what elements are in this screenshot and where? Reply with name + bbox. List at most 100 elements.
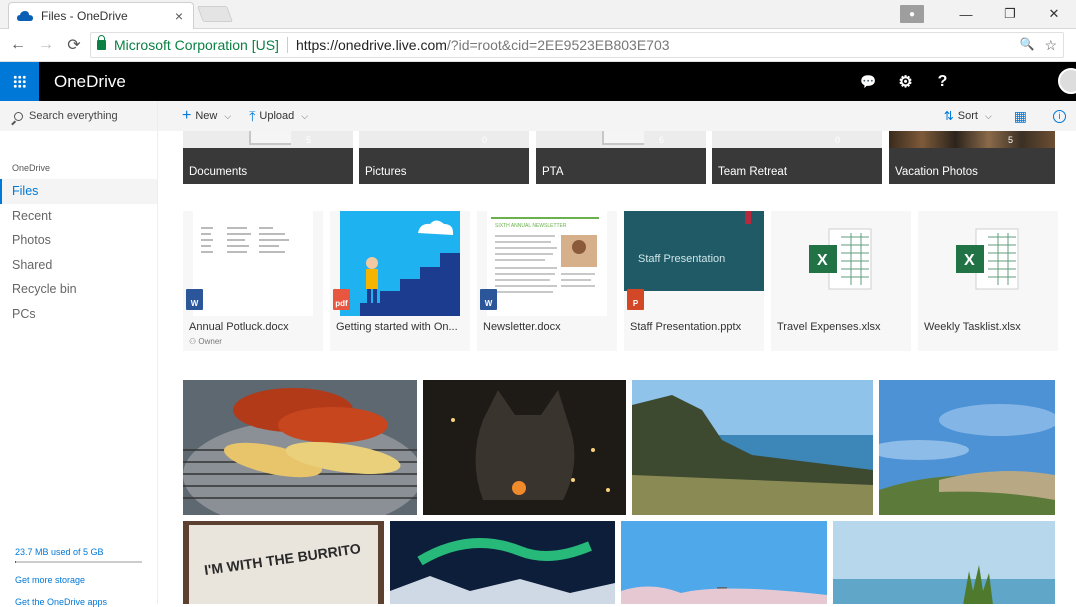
gear-icon[interactable]: ⚙ <box>887 62 924 101</box>
folder-name: Pictures <box>365 166 407 178</box>
folder-tile-team-retreat[interactable]: 0 Team Retreat <box>712 131 882 184</box>
excel-large-icon: X <box>781 211 901 316</box>
file-tile-weekly-tasklist[interactable]: X Weekly Tasklist.xlsx <box>918 211 1058 351</box>
photo-tile-burrito[interactable]: I'M WITH THE BURRITO <box>183 521 384 604</box>
browser-profile-icon[interactable]: ● <box>900 5 924 23</box>
photo-tile-sky[interactable] <box>879 380 1055 515</box>
file-name: Weekly Tasklist.xlsx <box>924 321 1021 333</box>
folder-name: Team Retreat <box>718 166 788 178</box>
file-tile-getting-started[interactable]: pdf Getting started with On... <box>330 211 470 351</box>
svg-text:X: X <box>817 252 828 269</box>
word-file-icon: W <box>186 289 203 310</box>
folder-name: Vacation Photos <box>895 166 978 178</box>
folder-tile-documents[interactable]: 5 Documents <box>183 131 353 184</box>
folder-item-count: 5 <box>305 135 311 145</box>
address-bar[interactable]: Microsoft Corporation [US] https://onedr… <box>90 32 1064 58</box>
avatar[interactable] <box>1058 68 1076 94</box>
new-tab-button[interactable] <box>197 6 233 22</box>
sidebar-item-photos[interactable]: Photos <box>0 228 157 253</box>
search-placeholder: Search everything <box>29 110 118 122</box>
folder-tile-pictures[interactable]: 0 Pictures <box>359 131 529 184</box>
info-icon[interactable]: i <box>1053 109 1066 123</box>
storage-usage-text[interactable]: 23.7 MB used of 5 GB <box>15 547 104 557</box>
tab-close-icon[interactable]: × <box>173 8 185 24</box>
browser-tab-onedrive[interactable]: Files - OneDrive × <box>8 2 194 29</box>
sidebar: Search everything OneDrive Files Recent … <box>0 101 158 607</box>
onedrive-header: OneDrive 💬 ⚙ ? <box>0 62 1076 101</box>
file-name: Staff Presentation.pptx <box>630 321 742 333</box>
photo-tile-coast[interactable] <box>632 380 873 515</box>
zoom-search-icon[interactable]: 🔍 <box>1019 37 1034 54</box>
get-more-storage-link[interactable]: Get more storage <box>15 575 85 585</box>
file-thumbnail: Staff Presentation <box>624 211 764 291</box>
new-button[interactable]: + New ⌵ <box>182 108 231 124</box>
sidebar-item-recycle-bin[interactable]: Recycle bin <box>0 277 157 302</box>
minimize-button[interactable]: — <box>944 0 988 28</box>
file-tile-travel-expenses[interactable]: X Travel Expenses.xlsx <box>771 211 911 351</box>
url-path: /?id=root&cid=2EE9523EB803E703 <box>446 37 670 53</box>
upload-button[interactable]: ⤒ Upload ⌵ <box>249 108 308 125</box>
waffle-icon <box>13 75 26 88</box>
app-launcher-button[interactable] <box>0 62 39 101</box>
get-apps-link[interactable]: Get the OneDrive apps <box>15 597 107 607</box>
close-window-button[interactable]: ✕ <box>1032 0 1076 28</box>
file-thumbnail <box>340 211 460 316</box>
chat-icon[interactable]: 💬 <box>850 62 887 101</box>
tab-title: Files - OneDrive <box>41 9 128 23</box>
pdf-file-icon: pdf <box>333 289 350 310</box>
photo-tile-blossoms[interactable] <box>621 521 827 604</box>
url-host: https://onedrive.live.com <box>295 37 447 53</box>
file-tile-newsletter[interactable]: SIXTH ANNUAL NEWSLETTER W Newsletter.doc… <box>477 211 617 351</box>
folder-name: PTA <box>542 166 564 178</box>
back-button[interactable]: ← <box>4 31 32 59</box>
bookmark-star-icon[interactable]: ☆ <box>1044 37 1057 54</box>
view-grid-icon[interactable]: ▦ <box>1014 108 1027 125</box>
plus-icon: + <box>182 107 192 124</box>
search-icon <box>14 111 23 121</box>
storage-usage-fill <box>15 561 17 563</box>
photo-tile-grill[interactable] <box>183 380 417 515</box>
onedrive-cloud-icon <box>17 11 33 21</box>
file-thumbnail: SIXTH ANNUAL NEWSLETTER <box>487 211 607 316</box>
powerpoint-file-icon: P <box>627 289 644 310</box>
file-grid: 5 Documents 0 Pictures 6 PTA 0 Team Retr… <box>158 131 1076 604</box>
lock-icon <box>97 35 106 50</box>
restore-button[interactable]: ❐ <box>988 0 1032 28</box>
window-controls: ● — ❐ ✕ <box>900 0 1076 28</box>
sidebar-item-files[interactable]: Files <box>0 179 157 204</box>
folder-paper-graphic <box>249 131 293 145</box>
storage-usage-bar <box>15 561 142 563</box>
ev-certificate-label[interactable]: Microsoft Corporation [US] <box>114 37 279 53</box>
sidebar-item-shared[interactable]: Shared <box>0 253 157 278</box>
reload-button[interactable]: ⟳ <box>60 31 88 59</box>
forward-button[interactable]: → <box>32 31 60 59</box>
sidebar-item-pcs[interactable]: PCs <box>0 302 157 327</box>
folder-tile-pta[interactable]: 6 PTA <box>536 131 706 184</box>
photo-tile-pineapple[interactable] <box>833 521 1055 604</box>
browser-tabstrip: Files - OneDrive × ● — ❐ ✕ <box>0 0 1076 29</box>
folder-item-count: 0 <box>834 135 840 145</box>
app-brand[interactable]: OneDrive <box>54 62 126 101</box>
command-bar: + New ⌵ ⤒ Upload ⌵ ⇅ Sort ⌵ ▦ i <box>158 101 1076 131</box>
sort-label: Sort <box>957 110 978 122</box>
new-label: New <box>195 110 218 122</box>
excel-large-icon: X <box>928 211 1048 316</box>
photo-tile-cat[interactable] <box>423 380 626 515</box>
file-name: Getting started with On... <box>336 321 458 333</box>
search-box[interactable]: Search everything <box>0 101 157 131</box>
file-tile-annual-potluck[interactable]: W Annual Potluck.docx ⚇ Owner <box>183 211 323 351</box>
folder-tile-vacation-photos[interactable]: 5 Vacation Photos <box>889 131 1055 184</box>
sort-button[interactable]: ⇅ Sort ⌵ <box>944 109 992 123</box>
file-tile-staff-presentation[interactable]: Staff Presentation P Staff Presentation.… <box>624 211 764 351</box>
svg-text:X: X <box>964 252 975 269</box>
newsletter-heading: SIXTH ANNUAL NEWSLETTER <box>495 223 567 229</box>
folder-paper-graphic <box>602 131 646 145</box>
photo-tile-aurora[interactable] <box>390 521 615 604</box>
folder-item-count: 0 <box>481 135 487 145</box>
file-owner: ⚇ Owner <box>189 337 222 346</box>
slide-title: Staff Presentation <box>638 253 726 265</box>
sort-icon: ⇅ <box>943 109 954 123</box>
help-icon[interactable]: ? <box>924 62 961 101</box>
sidebar-item-recent[interactable]: Recent <box>0 204 157 229</box>
chevron-down-icon: ⌵ <box>984 110 992 121</box>
